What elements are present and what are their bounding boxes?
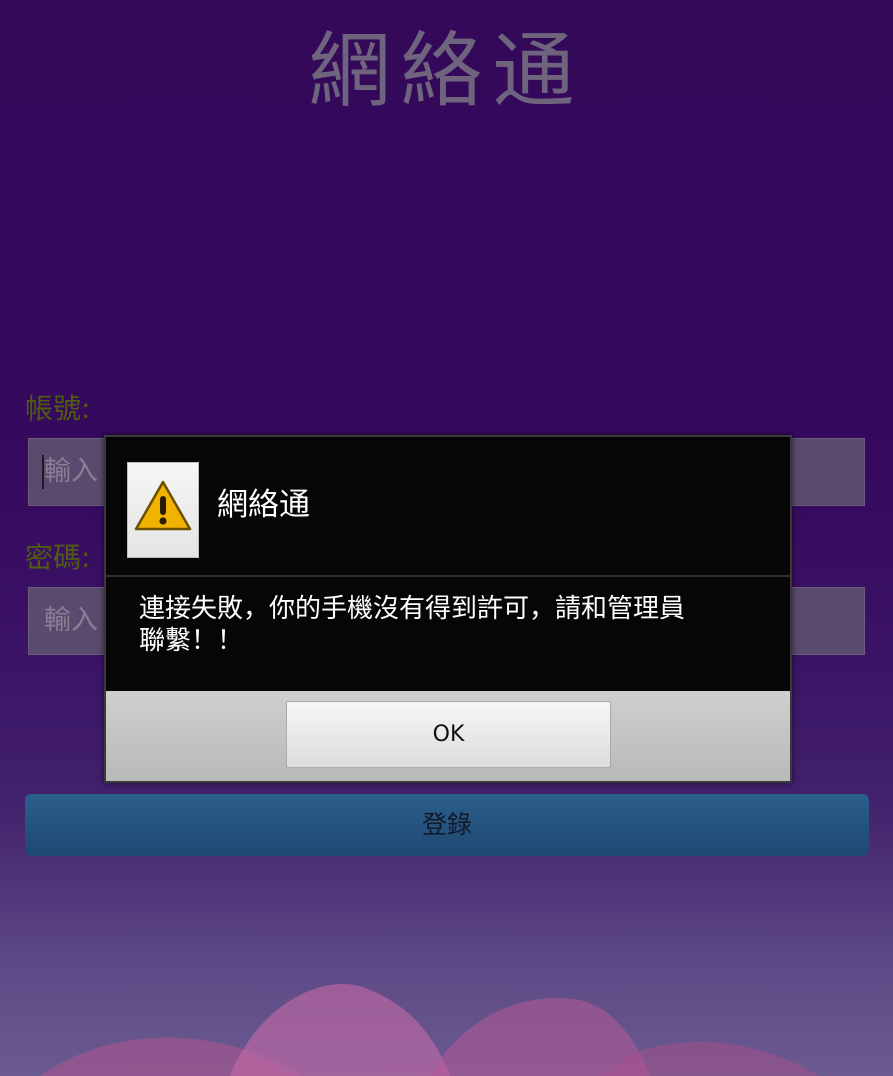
warning-icon [134,480,192,531]
dialog-message-line: 連接失敗，你的手機沒有得到許可，請和管理員 [139,594,686,624]
account-placeholder: 輸入 [44,456,98,487]
dialog-message: 連接失敗，你的手機沒有得到許可，請和管理員 聯繫！！ [139,593,779,657]
account-label: 帳號: [25,392,91,425]
warning-icon-tile [127,462,199,558]
dialog-title: 網絡通 [217,487,310,523]
dialog-message-line: 聯繫！！ [139,626,244,656]
login-screen: 網絡通 帳號: 輸入 密碼: 輸入 登錄 網絡通 連接失敗，你的手機沒有得到許可… [0,0,893,1076]
dialog-header: 網絡通 [106,437,790,577]
alert-dialog: 網絡通 連接失敗，你的手機沒有得到許可，請和管理員 聯繫！！ OK [104,435,792,783]
app-title: 網絡通 [308,24,585,119]
dialog-footer: OK [106,691,790,781]
lotus-decoration [40,983,820,1076]
password-placeholder: 輸入 [44,605,98,636]
password-label: 密碼: [25,541,91,574]
login-button[interactable]: 登錄 [25,794,869,856]
ok-button[interactable]: OK [286,701,611,768]
